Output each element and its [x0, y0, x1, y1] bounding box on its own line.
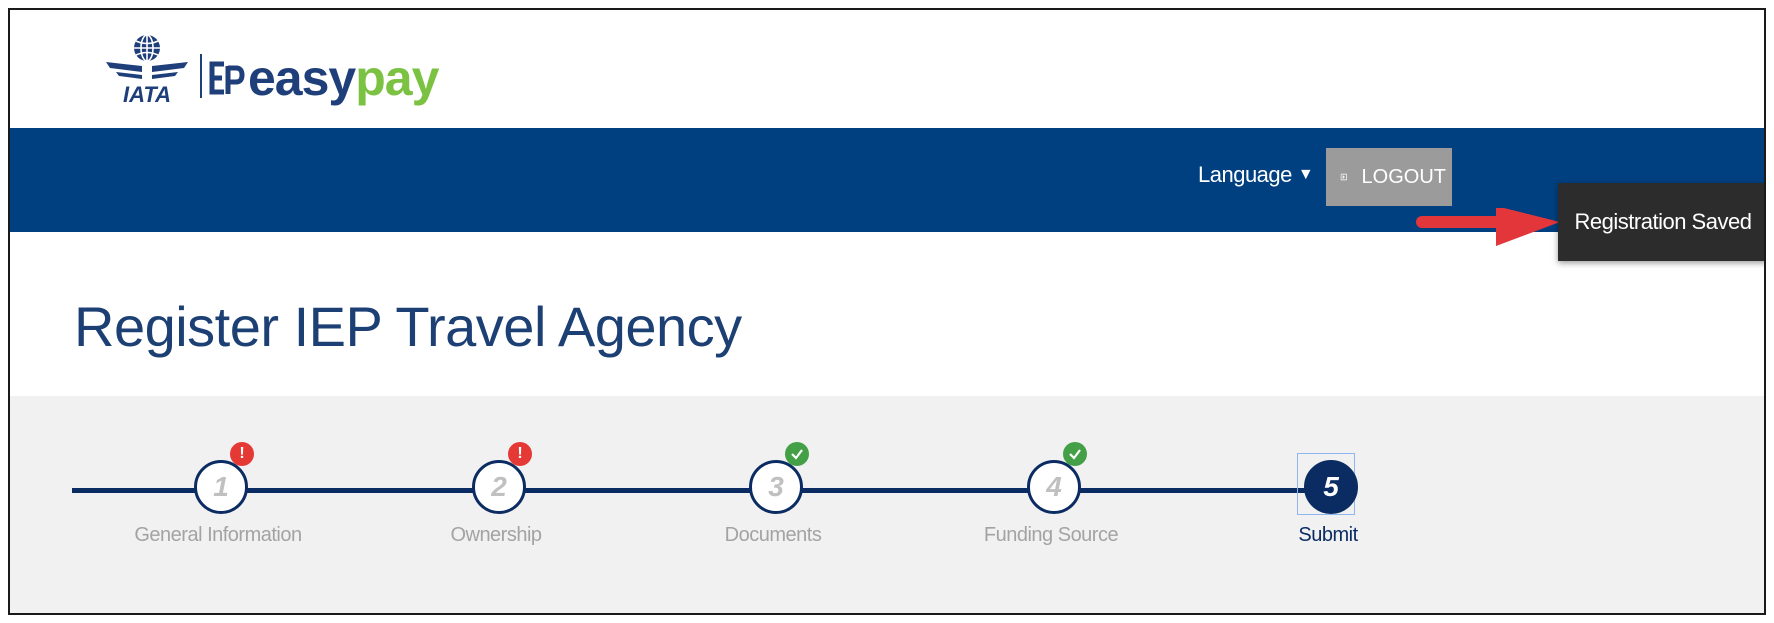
page-title: Register IEP Travel Agency [74, 295, 742, 358]
logout-icon [1340, 173, 1347, 181]
step-circle-active: 5 [1304, 460, 1358, 514]
step-circle: 1 [194, 460, 248, 514]
step-funding-source[interactable]: 4 Funding Source [953, 440, 1153, 590]
error-badge-icon: ! [508, 442, 532, 466]
header-logo-row: IATA easypay [10, 10, 1764, 128]
logout-button[interactable]: LOGOUT [1326, 148, 1452, 206]
step-circle: 3 [749, 460, 803, 514]
app-window: IATA easypay Language ▼ LOGOUT Registrat… [8, 8, 1766, 615]
language-label: Language [1198, 162, 1292, 187]
check-badge-icon [1063, 442, 1087, 466]
step-documents[interactable]: 3 Documents [675, 440, 875, 590]
step-circle: 2 [472, 460, 526, 514]
wordmark-easy: easy [248, 50, 356, 106]
step-ownership[interactable]: 2 ! Ownership [398, 440, 598, 590]
iata-wordmark: IATA [123, 82, 171, 107]
wordmark-pay: pay [355, 50, 439, 106]
easypay-wordmark: easypay [248, 48, 439, 108]
language-dropdown[interactable]: Language ▼ [1198, 162, 1314, 188]
step-label: Funding Source [983, 524, 1119, 546]
iata-logo: IATA [106, 34, 188, 107]
step-label: Submit [1298, 524, 1358, 546]
toast-message: Registration Saved [1574, 209, 1752, 234]
step-label: General Information [134, 524, 302, 546]
step-label: Documents [724, 524, 822, 546]
step-label: Ownership [450, 524, 542, 546]
annotation-arrow-icon [1416, 208, 1560, 246]
step-circle: 4 [1027, 460, 1081, 514]
caret-down-icon: ▼ [1297, 166, 1314, 183]
registration-saved-toast: Registration Saved [1558, 183, 1764, 261]
step-submit[interactable]: 5 Submit [1230, 440, 1430, 590]
easypay-mark-icon [209, 61, 245, 95]
check-badge-icon [785, 442, 809, 466]
logout-label: LOGOUT [1361, 165, 1446, 188]
step-general-information[interactable]: 1 ! General Information [120, 440, 320, 590]
logo-divider [200, 54, 202, 98]
error-badge-icon: ! [230, 442, 254, 466]
registration-stepper: 1 ! General Information 2 ! Ownership 3 … [10, 396, 1764, 613]
